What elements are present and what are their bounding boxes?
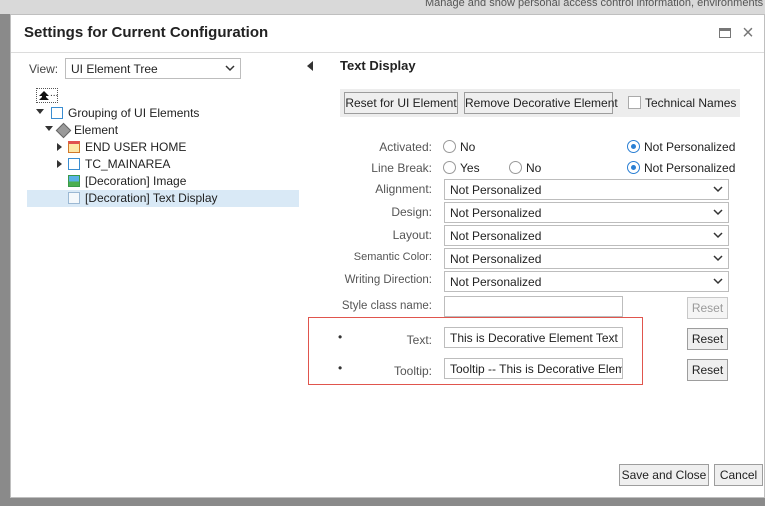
activated-no-label: No	[460, 140, 476, 154]
writing-direction-label: Writing Direction:	[344, 274, 432, 286]
background-text: Manage and show personal access control …	[425, 0, 764, 9]
line-break-no-radio[interactable]	[509, 161, 522, 174]
technical-names-checkbox[interactable]	[628, 96, 641, 109]
style-class-reset-button[interactable]: Reset	[687, 297, 728, 319]
chevron-down-icon	[225, 65, 235, 72]
text-reset-button[interactable]: Reset	[687, 328, 728, 350]
tree-item-decoration-image[interactable]: [Decoration] Image	[27, 173, 299, 190]
design-value: Not Personalized	[450, 206, 542, 220]
background-window-strip: Manage and show personal access control …	[0, 0, 765, 14]
layout-label: Layout:	[392, 228, 432, 242]
line-break-no-label: No	[526, 161, 542, 175]
view-label: View:	[29, 62, 59, 76]
writing-direction-value: Not Personalized	[450, 275, 542, 289]
up-level-icon: ...	[36, 88, 58, 103]
layout-value: Not Personalized	[450, 229, 542, 243]
expand-right-icon	[57, 160, 62, 168]
ui-element-tree-pane: View: UI Element Tree ... Grouping of UI…	[27, 55, 299, 485]
activated-not-personalized-radio[interactable]	[627, 140, 640, 153]
design-label: Design:	[391, 205, 432, 219]
save-and-close-button[interactable]: Save and Close	[619, 464, 709, 486]
up-level-label: ...	[50, 88, 59, 99]
style-class-label: Style class name:	[341, 300, 432, 312]
expand-right-icon	[57, 143, 62, 151]
text-label: Text:	[406, 333, 432, 347]
chevron-down-icon	[713, 232, 723, 239]
collapse-left-icon[interactable]	[307, 61, 313, 71]
semantic-color-value: Not Personalized	[450, 252, 542, 266]
tree-item-label: Grouping of UI Elements	[68, 106, 200, 120]
line-break-not-personalized-label: Not Personalized	[644, 161, 736, 175]
alignment-value: Not Personalized	[450, 183, 542, 197]
line-break-label: Line Break:	[371, 161, 432, 175]
tree-item-label: END USER HOME	[85, 140, 187, 154]
image-icon	[68, 175, 80, 187]
tree-item-decoration-text-display[interactable]: [Decoration] Text Display	[27, 190, 299, 207]
activated-no-radio[interactable]	[443, 140, 456, 153]
style-class-input[interactable]	[444, 296, 623, 317]
semantic-color-select[interactable]: Not Personalized	[444, 248, 729, 269]
tree-item-tc-mainarea[interactable]: TC_MAINAREA	[27, 156, 299, 173]
line-break-yes-radio[interactable]	[443, 161, 456, 174]
expand-down-icon	[36, 109, 44, 114]
tree-item-element[interactable]: Element	[27, 122, 299, 139]
settings-dialog: Settings for Current Configuration × Vie…	[10, 14, 765, 498]
semantic-color-label: Semantic Color:	[353, 251, 432, 263]
technical-names-label: Technical Names	[645, 96, 737, 110]
alignment-label: Alignment:	[375, 182, 432, 196]
activated-not-personalized-label: Not Personalized	[644, 140, 736, 154]
activated-label: Activated:	[379, 140, 432, 154]
remove-decorative-element-button[interactable]: Remove Decorative Element	[464, 92, 618, 114]
dialog-titlebar: Settings for Current Configuration ×	[11, 15, 764, 53]
close-icon[interactable]: ×	[739, 23, 757, 43]
text-input[interactable]: This is Decorative Element Text	[444, 327, 623, 348]
container-icon	[68, 141, 80, 153]
chevron-down-icon	[713, 209, 723, 216]
tree-item-grouping[interactable]: Grouping of UI Elements	[27, 105, 299, 122]
tooltip-input[interactable]: Tooltip -- This is Decorative Elemer	[444, 358, 623, 379]
tree-item-label: Element	[74, 123, 119, 137]
line-break-not-personalized-radio[interactable]	[627, 161, 640, 174]
tree-up-level[interactable]: ...	[27, 88, 299, 105]
view-select[interactable]: UI Element Tree	[65, 58, 241, 79]
design-select[interactable]: Not Personalized	[444, 202, 729, 223]
tooltip-reset-button[interactable]: Reset	[687, 359, 728, 381]
chevron-down-icon	[713, 186, 723, 193]
expand-down-icon	[45, 126, 53, 131]
reset-ui-element-button[interactable]: Reset for UI Element	[344, 92, 458, 114]
tree-item-label: TC_MAINAREA	[85, 157, 171, 171]
view-select-value: UI Element Tree	[71, 62, 158, 76]
layout-select[interactable]: Not Personalized	[444, 225, 729, 246]
section-title: Text Display	[340, 58, 416, 73]
tree-item-end-user-home[interactable]: END USER HOME	[27, 139, 299, 156]
element-diamond-icon	[55, 122, 72, 139]
grouping-icon	[51, 107, 63, 119]
cancel-button[interactable]: Cancel	[714, 464, 763, 486]
dialog-title: Settings for Current Configuration	[24, 24, 269, 41]
tree-item-label: [Decoration] Image	[85, 174, 187, 188]
tooltip-label: Tooltip:	[393, 364, 432, 378]
grouping-icon	[68, 158, 80, 170]
tree-item-label: [Decoration] Text Display	[85, 191, 218, 205]
writing-direction-select[interactable]: Not Personalized	[444, 271, 729, 292]
chevron-down-icon	[713, 255, 723, 262]
alignment-select[interactable]: Not Personalized	[444, 179, 729, 200]
line-break-yes-label: Yes	[460, 161, 480, 175]
chevron-down-icon	[713, 278, 723, 285]
window-maximize-icon[interactable]	[717, 24, 735, 42]
text-display-icon	[68, 192, 80, 204]
